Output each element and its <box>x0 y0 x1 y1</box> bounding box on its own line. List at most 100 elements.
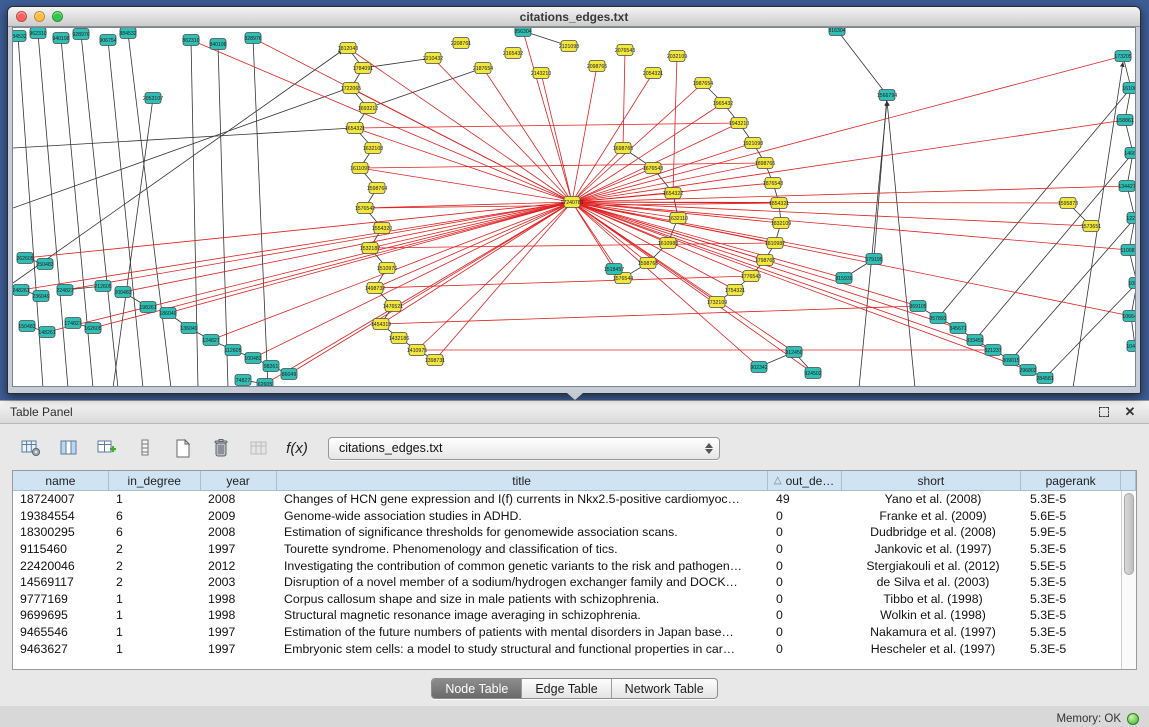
panel-divider-handle[interactable] <box>567 393 583 400</box>
table-cell[interactable]: 9465546 <box>13 625 109 639</box>
graph-node[interactable]: 1611097 <box>350 163 370 174</box>
table-settings-button[interactable] <box>18 436 44 460</box>
graph-node[interactable]: 1532187 <box>360 243 380 254</box>
column-options-button[interactable] <box>132 436 158 460</box>
graph-node[interactable]: 186049 <box>159 308 176 319</box>
graph-node[interactable]: 962310 <box>29 28 46 39</box>
graph-node[interactable]: 86049 <box>281 369 297 380</box>
graph-node[interactable]: 1566794 <box>877 90 897 101</box>
graph-node[interactable]: 1784091 <box>353 63 373 74</box>
table-cell[interactable]: 5.6E-5 <box>1023 509 1123 523</box>
table-cell[interactable]: 0 <box>769 575 843 589</box>
table-cell[interactable]: 2008 <box>201 525 277 539</box>
graph-node[interactable]: 856304 <box>514 28 531 37</box>
graph-node[interactable]: 828976 <box>244 33 261 44</box>
graph-node[interactable]: 1410975 <box>407 345 427 356</box>
graph-node[interactable]: 1693212 <box>358 103 378 114</box>
table-cell[interactable]: Investigating the contribution of common… <box>277 559 769 573</box>
create-column-button[interactable] <box>94 436 120 460</box>
table-cell[interactable]: Wolkin et al. (1998) <box>843 608 1023 622</box>
table-cell[interactable]: 0 <box>769 525 843 539</box>
graph-node[interactable]: 1573651 <box>1081 221 1101 232</box>
table-cell[interactable]: 14569117 <box>13 575 109 589</box>
graph-node[interactable]: 1476521 <box>383 301 403 312</box>
graph-node[interactable]: 122205 <box>1126 213 1136 224</box>
column-header-title[interactable]: title <box>277 471 768 491</box>
table-cell[interactable]: 9699695 <box>13 608 109 622</box>
graph-node[interactable]: 98261 <box>263 361 279 372</box>
graph-node[interactable]: 134427 <box>1118 181 1135 192</box>
table-cell[interactable]: Franke et al. (2009) <box>843 509 1023 523</box>
graph-node[interactable]: 1754321 <box>725 285 745 296</box>
table-row[interactable]: 1830029562008Estimation of significance … <box>13 524 1136 541</box>
table-cell[interactable]: 5.3E-5 <box>1023 492 1123 506</box>
table-cell[interactable]: Hescheler et al. (1997) <box>843 642 1023 656</box>
table-cell[interactable]: 2003 <box>201 575 277 589</box>
tab-node-table[interactable]: Node Table <box>432 679 522 698</box>
table-cell[interactable]: 1 <box>109 625 201 639</box>
table-cell[interactable]: 0 <box>769 608 843 622</box>
graph-node[interactable]: 212605 <box>94 281 111 292</box>
graph-node[interactable]: 1654322 <box>663 188 683 199</box>
graph-node[interactable]: 884532 <box>119 28 136 39</box>
table-cell[interactable]: 2 <box>109 542 201 556</box>
graph-node[interactable]: 2208761 <box>451 38 471 49</box>
import-table-button[interactable] <box>246 436 272 460</box>
table-cell[interactable]: 5.3E-5 <box>1023 542 1123 556</box>
graph-node[interactable]: 816304 <box>828 28 845 36</box>
table-source-dropdown[interactable]: citations_edges.txt <box>328 437 720 460</box>
column-header-name[interactable]: name <box>13 471 109 491</box>
table-cell[interactable]: 0 <box>769 559 843 573</box>
column-header-out_de[interactable]: △out_de… <box>768 471 842 491</box>
table-row[interactable]: 1938455462009Genome-wide association stu… <box>13 508 1136 525</box>
graph-node[interactable]: 1432186 <box>389 333 409 344</box>
table-cell[interactable]: 9115460 <box>13 542 109 556</box>
citation-network-graph[interactable]: 1724078118120431784091172206516932121654… <box>13 28 1136 387</box>
graph-node[interactable]: 1632108 <box>363 143 383 154</box>
table-cell[interactable]: 18300295 <box>13 525 109 539</box>
minimize-window-button[interactable] <box>34 11 45 22</box>
table-cell[interactable]: 9463627 <box>13 642 109 656</box>
show-columns-button[interactable] <box>56 436 82 460</box>
graph-node[interactable]: 906754 <box>99 35 116 46</box>
table-cell[interactable]: Disruption of a novel member of a sodium… <box>277 575 769 589</box>
graph-node[interactable]: 124827 <box>202 335 219 346</box>
graph-node[interactable]: 1598766 <box>638 258 658 269</box>
graph-node[interactable]: 1554320 <box>372 223 392 234</box>
graph-node[interactable]: 815939 <box>835 273 852 284</box>
table-cell[interactable]: 18724007 <box>13 492 109 506</box>
graph-node[interactable]: 262605 <box>16 253 33 264</box>
table-row[interactable]: 946362711997Embryonic stem cells: a mode… <box>13 640 1136 657</box>
column-header-short[interactable]: short <box>842 471 1022 491</box>
table-cell[interactable]: Tourette syndrome. Phenomenology and cla… <box>277 542 769 556</box>
graph-node[interactable]: 2076543 <box>615 45 635 56</box>
graph-node[interactable]: 1598764 <box>367 183 387 194</box>
table-cell[interactable]: 5.9E-5 <box>1023 525 1123 539</box>
table-row[interactable]: 969969511998Structural magnetic resonanc… <box>13 607 1136 624</box>
network-canvas[interactable]: 1724078118120431784091172206516932121654… <box>12 27 1136 387</box>
table-cell[interactable]: 2 <box>109 575 201 589</box>
graph-node[interactable]: 1921098 <box>743 138 763 149</box>
table-cell[interactable]: 1 <box>109 592 201 606</box>
table-cell[interactable]: 1997 <box>201 642 277 656</box>
graph-node[interactable]: 679195 <box>865 254 882 265</box>
table-cell[interactable]: 6 <box>109 509 201 523</box>
graph-node[interactable]: 333459 <box>966 335 983 346</box>
graph-node[interactable]: 1810987 <box>765 238 785 249</box>
graph-node[interactable]: 321237 <box>984 345 1001 356</box>
graph-node[interactable]: 1595873 <box>1058 198 1078 209</box>
graph-node[interactable]: 224827 <box>56 285 73 296</box>
tab-network-table[interactable]: Network Table <box>612 679 717 698</box>
graph-node[interactable]: 2032109 <box>667 51 687 62</box>
graph-node[interactable]: 104427 <box>1126 341 1136 352</box>
graph-node[interactable]: 1898765 <box>755 158 775 169</box>
table-cell[interactable]: 1997 <box>201 625 277 639</box>
table-cell[interactable]: 19384554 <box>13 509 109 523</box>
graph-node[interactable]: 2210432 <box>423 53 443 64</box>
graph-node[interactable]: 902342 <box>750 362 767 373</box>
graph-node[interactable]: 345671 <box>949 323 966 334</box>
graph-node[interactable]: 1832109 <box>771 218 791 229</box>
table-cell[interactable]: Dudbridge et al. (2008) <box>843 525 1023 539</box>
graph-node[interactable]: 146649 <box>1124 148 1136 159</box>
graph-node[interactable]: 369105 <box>909 301 926 312</box>
